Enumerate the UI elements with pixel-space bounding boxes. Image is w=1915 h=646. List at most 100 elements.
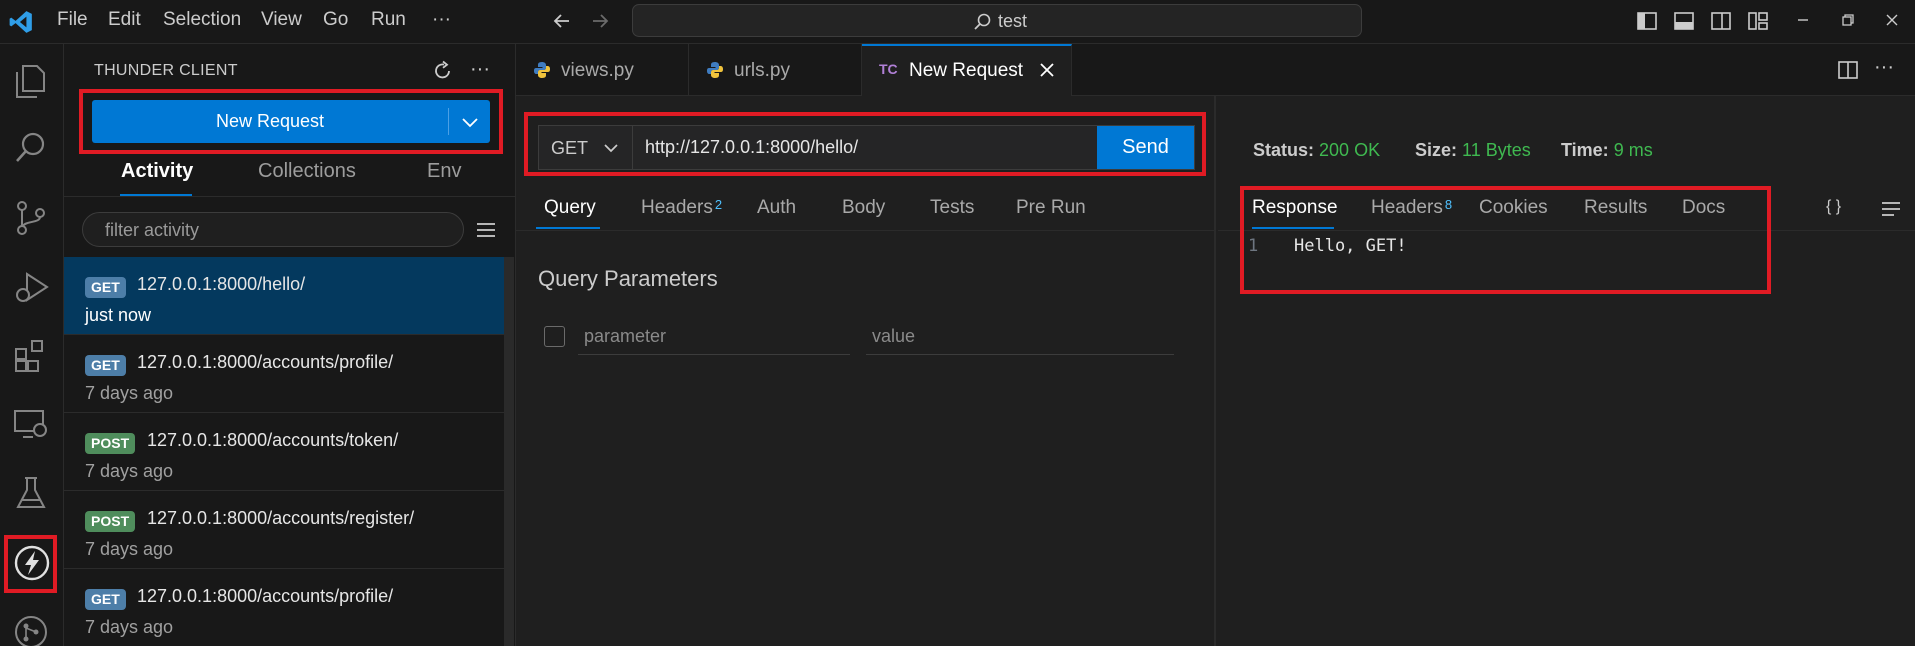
value-placeholder: value <box>872 326 916 346</box>
query-tab-underline <box>536 227 600 229</box>
activity-bar <box>0 44 64 646</box>
activity-url: 127.0.0.1:8000/accounts/profile/ <box>137 586 394 606</box>
headers-count: 2 <box>714 197 723 212</box>
restore-icon[interactable] <box>1838 10 1858 30</box>
forward-arrow-icon[interactable] <box>589 10 611 32</box>
search-icon <box>973 12 993 32</box>
format-json-button[interactable]: { } <box>1826 198 1841 216</box>
request-pane: GET http://127.0.0.1:8000/hello/ Send Qu… <box>516 96 1216 646</box>
refresh-icon[interactable] <box>432 60 454 82</box>
param-checkbox[interactable] <box>544 326 565 347</box>
method-badge: GET <box>85 277 126 298</box>
tab-headers-label: Headers <box>641 197 713 218</box>
menu-go[interactable]: Go <box>323 9 348 31</box>
tab-collections[interactable]: Collections <box>258 160 356 183</box>
activity-url: 127.0.0.1:8000/accounts/token/ <box>147 430 399 450</box>
customize-layout-icon[interactable] <box>1747 10 1769 32</box>
back-arrow-icon[interactable] <box>551 10 573 32</box>
tab-activity[interactable]: Activity <box>121 160 193 183</box>
request-tabs-divider <box>516 230 1214 231</box>
method-badge: GET <box>85 355 126 376</box>
activity-time: 7 days ago <box>85 383 174 403</box>
activity-time: 7 days ago <box>85 617 174 637</box>
activity-url: 127.0.0.1:8000/hello/ <box>137 274 306 294</box>
menu-view[interactable]: View <box>261 9 302 31</box>
editor-more-actions-icon[interactable]: ··· <box>1874 56 1894 79</box>
git-graph-icon[interactable] <box>13 614 49 646</box>
method-badge: POST <box>85 511 136 532</box>
toggle-panel-icon[interactable] <box>1673 10 1695 32</box>
tab-label: urls.py <box>734 60 790 81</box>
activity-item[interactable]: POST 127.0.0.1:8000/accounts/register/ 7… <box>64 491 504 569</box>
vscode-logo-icon <box>8 9 34 35</box>
remote-explorer-icon[interactable] <box>13 406 49 442</box>
time-info: Time: 9 ms <box>1561 140 1653 161</box>
tab-new-request[interactable]: TC New Request <box>862 44 1072 96</box>
tab-label: New Request <box>909 60 1024 81</box>
toggle-secondary-sidebar-icon[interactable] <box>1710 10 1732 32</box>
python-icon <box>706 61 724 79</box>
menu-run[interactable]: Run <box>371 9 406 31</box>
tab-urls-py[interactable]: urls.py <box>689 44 862 96</box>
status-info: Status: 200 OK <box>1253 140 1380 161</box>
tab-headers[interactable]: Headers 2 <box>641 197 722 219</box>
highlight-url-bar <box>524 112 1206 176</box>
search-text: test <box>998 11 1028 31</box>
parameter-input[interactable]: parameter <box>578 318 850 355</box>
activity-item[interactable]: GET 127.0.0.1:8000/hello/ just now <box>64 257 504 335</box>
testing-icon[interactable] <box>13 474 49 512</box>
parameter-placeholder: parameter <box>584 326 667 346</box>
toggle-primary-sidebar-icon[interactable] <box>1636 10 1658 32</box>
thunder-client-sidebar: THUNDER CLIENT ··· New Request Activity … <box>64 44 516 646</box>
menu-edit[interactable]: Edit <box>108 9 141 31</box>
split-editor-icon[interactable] <box>1837 59 1859 81</box>
more-actions-icon[interactable]: ··· <box>470 58 490 81</box>
tab-body[interactable]: Body <box>842 197 885 219</box>
filter-menu-icon[interactable] <box>475 220 497 240</box>
activity-time: just now <box>85 305 152 325</box>
close-icon[interactable] <box>1038 61 1056 79</box>
activity-url: 127.0.0.1:8000/accounts/profile/ <box>137 352 394 372</box>
time-label: Time: <box>1561 140 1609 160</box>
tab-query[interactable]: Query <box>544 197 596 219</box>
activity-time: 7 days ago <box>85 539 174 559</box>
menu-selection[interactable]: Selection <box>163 9 241 31</box>
tab-auth[interactable]: Auth <box>757 197 796 219</box>
activity-url: 127.0.0.1:8000/accounts/register/ <box>147 508 415 528</box>
menu-file[interactable]: File <box>57 9 88 31</box>
minimize-icon[interactable] <box>1793 10 1813 30</box>
size-info: Size: 11 Bytes <box>1415 140 1531 161</box>
highlight-new-request <box>79 89 503 154</box>
title-bar: File Edit Selection View Go Run ··· test <box>0 0 1915 44</box>
size-value: 11 Bytes <box>1462 140 1531 160</box>
tab-pre-run[interactable]: Pre Run <box>1016 197 1086 219</box>
filter-placeholder: filter activity <box>105 220 200 240</box>
command-center-search[interactable]: test <box>632 4 1362 37</box>
tab-views-py[interactable]: views.py <box>516 44 689 96</box>
activity-time: 7 days ago <box>85 461 174 481</box>
size-label: Size: <box>1415 140 1458 160</box>
explorer-icon[interactable] <box>13 62 49 100</box>
method-badge: POST <box>85 433 136 454</box>
activity-item[interactable]: GET 127.0.0.1:8000/accounts/profile/ 7 d… <box>64 569 504 646</box>
sidebar-title: THUNDER CLIENT <box>94 62 238 79</box>
filter-activity-input[interactable]: filter activity <box>82 212 464 247</box>
sidebar-scrollbar[interactable] <box>504 257 514 646</box>
close-window-icon[interactable] <box>1882 10 1902 30</box>
run-debug-icon[interactable] <box>13 268 49 306</box>
extensions-icon[interactable] <box>13 336 49 374</box>
menu-lines-icon[interactable] <box>1880 200 1902 218</box>
status-value: 200 OK <box>1319 140 1381 160</box>
response-pane: Status: 200 OK Size: 11 Bytes Time: 9 ms… <box>1218 96 1915 646</box>
menu-more[interactable]: ··· <box>432 9 451 31</box>
time-value: 9 ms <box>1613 140 1653 160</box>
tab-env[interactable]: Env <box>427 160 461 183</box>
method-badge: GET <box>85 589 126 610</box>
editor-tab-bar: views.py urls.py TC New Request ··· <box>516 44 1915 96</box>
activity-item[interactable]: GET 127.0.0.1:8000/accounts/profile/ 7 d… <box>64 335 504 413</box>
source-control-icon[interactable] <box>13 199 49 237</box>
value-input[interactable]: value <box>866 318 1174 355</box>
tab-tests[interactable]: Tests <box>930 197 974 219</box>
search-icon[interactable] <box>13 130 49 166</box>
activity-item[interactable]: POST 127.0.0.1:8000/accounts/token/ 7 da… <box>64 413 504 491</box>
